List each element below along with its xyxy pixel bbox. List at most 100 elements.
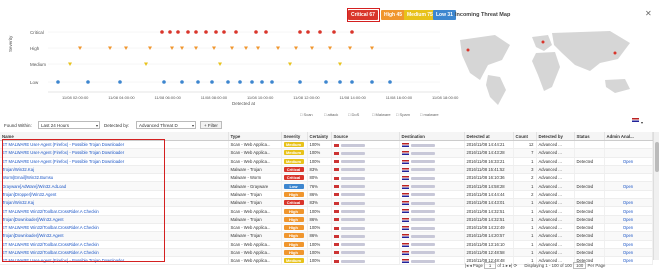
- threat-marker[interactable]: [194, 30, 198, 34]
- prev-page-icon[interactable]: ◂: [469, 263, 471, 268]
- threat-marker[interactable]: [324, 80, 328, 84]
- threat-marker[interactable]: [210, 80, 214, 84]
- admin-analysis-cell[interactable]: Open: [604, 206, 653, 216]
- admin-analysis-cell[interactable]: [604, 165, 653, 175]
- column-header[interactable]: Certainty: [307, 132, 332, 141]
- admin-analysis-cell[interactable]: Open: [604, 223, 653, 233]
- threat-marker[interactable]: [168, 30, 172, 34]
- destination-cell: [399, 248, 465, 258]
- threat-marker[interactable]: [226, 80, 230, 84]
- add-filter-button[interactable]: + Filter: [200, 121, 222, 129]
- threat-marker[interactable]: [56, 80, 60, 84]
- found-within-select[interactable]: Last 24 Hours ▾: [38, 121, 100, 129]
- threat-marker[interactable]: [298, 80, 302, 84]
- warning-icon: [333, 160, 339, 164]
- admin-analysis-cell[interactable]: Open: [604, 215, 653, 224]
- threat-marker[interactable]: [306, 30, 310, 34]
- found-within-label: Found Within:: [4, 123, 32, 128]
- threat-marker[interactable]: [196, 80, 200, 84]
- admin-analysis-cell[interactable]: [604, 148, 653, 158]
- threat-marker[interactable]: [264, 30, 268, 34]
- column-header[interactable]: Detected at: [464, 132, 514, 141]
- threat-marker[interactable]: [318, 30, 322, 34]
- column-header[interactable]: Count: [513, 132, 537, 141]
- destination-ip-redacted: [410, 243, 435, 247]
- threat-marker[interactable]: [86, 80, 90, 84]
- admin-analysis-cell[interactable]: [604, 140, 653, 150]
- threat-marker[interactable]: [238, 80, 242, 84]
- threat-marker[interactable]: [234, 30, 238, 34]
- refresh-icon[interactable]: ⟳: [514, 263, 518, 268]
- legend-item[interactable]: □ Scan: [300, 112, 313, 117]
- x-tick-label: 11/08 08:00:00: [200, 95, 228, 100]
- legend-item[interactable]: □ malware: [420, 112, 439, 117]
- legend-item[interactable]: □ attack: [324, 112, 338, 117]
- table-scrollbar[interactable]: [653, 132, 659, 260]
- admin-analysis-cell[interactable]: Open: [604, 181, 653, 191]
- next-page-icon[interactable]: ▸: [506, 263, 508, 268]
- display-count: Displaying 1 - 100 of 100: [524, 263, 572, 268]
- threat-marker[interactable]: [222, 30, 226, 34]
- threat-marker[interactable]: [250, 80, 254, 84]
- admin-analysis-cell[interactable]: [604, 190, 653, 200]
- column-header[interactable]: Source: [331, 132, 400, 141]
- certainty-cell: 83%: [307, 165, 332, 175]
- threat-marker[interactable]: [332, 30, 336, 34]
- threat-marker[interactable]: [388, 80, 392, 84]
- threat-marker[interactable]: [370, 80, 374, 84]
- threat-marker[interactable]: [298, 30, 302, 34]
- detected-by-cell: Advanced ...: [536, 140, 575, 150]
- threat-marker[interactable]: [160, 30, 164, 34]
- column-header[interactable]: Type: [228, 132, 282, 141]
- status-cell: [574, 148, 605, 158]
- admin-analysis-cell[interactable]: Open: [604, 256, 653, 266]
- scrollbar-thumb[interactable]: [655, 142, 659, 172]
- threat-marker[interactable]: [350, 30, 354, 34]
- threat-marker[interactable]: [214, 30, 218, 34]
- threat-marker[interactable]: [180, 80, 184, 84]
- threat-marker[interactable]: [176, 30, 180, 34]
- threat-marker[interactable]: [204, 30, 208, 34]
- severity-badge: Medium: [283, 142, 304, 148]
- threat-marker[interactable]: [254, 30, 258, 34]
- count-cell: 2: [513, 190, 537, 200]
- admin-analysis-cell[interactable]: Open: [604, 198, 653, 208]
- page-input[interactable]: 1: [484, 262, 497, 269]
- page-label: Page: [472, 263, 483, 268]
- admin-analysis-cell[interactable]: Open: [604, 248, 653, 258]
- severity-badge: High: [283, 250, 304, 255]
- column-header[interactable]: Detected by: [536, 132, 575, 141]
- per-page-select[interactable]: 100: [573, 262, 587, 269]
- legend-item[interactable]: □ DoS: [348, 112, 359, 117]
- admin-analysis-cell[interactable]: [604, 173, 653, 183]
- admin-analysis-cell[interactable]: Open: [604, 157, 653, 166]
- admin-analysis-cell[interactable]: Open: [604, 231, 653, 241]
- threat-marker[interactable]: [162, 80, 166, 84]
- destination-ip-redacted: [410, 160, 435, 164]
- type-cell: Scan - Web Applica...: [228, 206, 282, 216]
- admin-analysis-cell[interactable]: Open: [604, 240, 653, 249]
- threat-marker[interactable]: [186, 30, 190, 34]
- column-header[interactable]: Destination: [399, 132, 465, 141]
- legend-item[interactable]: □ Spam: [396, 112, 410, 117]
- last-page-icon[interactable]: ▸|: [509, 263, 512, 268]
- threat-marker[interactable]: [270, 80, 274, 84]
- x-tick-label: 11/08 02:00:00: [62, 95, 89, 100]
- column-header[interactable]: Admin Anal...: [604, 132, 653, 141]
- count-cell: 7: [513, 148, 537, 158]
- threat-marker[interactable]: [338, 80, 342, 84]
- threat-marker[interactable]: [260, 80, 264, 84]
- column-header[interactable]: Severity: [281, 132, 308, 141]
- detected-by-select[interactable]: Advanced Threat D ▾: [136, 121, 196, 129]
- severity-cell: High: [281, 215, 308, 224]
- threat-marker[interactable]: [350, 80, 354, 84]
- first-page-icon[interactable]: |◂: [465, 263, 468, 268]
- threat-marker[interactable]: [118, 80, 122, 84]
- column-header[interactable]: Status: [574, 132, 605, 141]
- flag-icon: [401, 167, 409, 172]
- legend-item[interactable]: □ Malware: [372, 112, 391, 117]
- status-cell: Detected: [574, 215, 605, 224]
- warning-icon: [333, 226, 339, 230]
- x-tick-label: 11/08 04:00:00: [108, 95, 135, 100]
- severity-cell: Medium: [281, 140, 308, 150]
